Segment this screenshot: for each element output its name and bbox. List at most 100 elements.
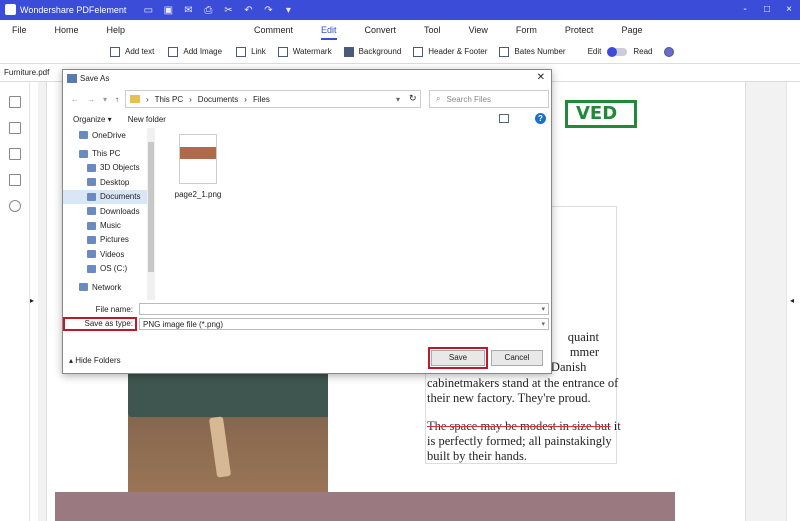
tab-edit[interactable]: Edit [307, 20, 351, 40]
maximize-button[interactable]: □ [756, 0, 778, 20]
nav-item-os-c[interactable]: OS (C:) [63, 262, 147, 276]
menu-home[interactable]: Home [55, 25, 79, 35]
file-list: page2_1.png [173, 134, 223, 199]
save-button[interactable]: Save [428, 347, 488, 369]
breadcrumb-this-pc[interactable]: This PC [155, 95, 183, 104]
tab-convert[interactable]: Convert [351, 20, 411, 40]
approved-stamp[interactable]: VED [565, 100, 637, 128]
forward-icon[interactable]: → [87, 95, 95, 104]
bookmark-icon[interactable] [9, 122, 21, 134]
menu-help[interactable]: Help [107, 25, 126, 35]
attachment-icon[interactable] [9, 174, 21, 186]
address-bar[interactable]: › This PC › Documents › Files ▾ [125, 90, 421, 108]
navigation-pane: OneDrive This PC 3D Objects Desktop Document… [63, 128, 155, 300]
recent-chevron-icon[interactable]: ▾ [103, 95, 107, 104]
undo-icon[interactable]: ↶ [238, 5, 258, 16]
thumbnails-icon[interactable] [9, 96, 21, 108]
refresh-icon[interactable]: ↻ [409, 93, 417, 104]
cancel-button[interactable]: Cancel [491, 350, 543, 366]
add-text-button[interactable]: Add text [110, 46, 154, 57]
nav-item-onedrive[interactable]: OneDrive [63, 128, 147, 142]
nav-scrollbar[interactable] [147, 128, 155, 300]
save-icon[interactable]: ▣ [158, 5, 178, 16]
watermark-icon [277, 46, 288, 57]
tab-tool[interactable]: Tool [410, 20, 455, 40]
address-dropdown-icon[interactable]: ▾ [396, 95, 400, 104]
save-type-select[interactable]: PNG image file (*.png) ▾ [139, 318, 549, 330]
breadcrumb-documents[interactable]: Documents [198, 95, 238, 104]
bates-number-button[interactable]: Bates Number [499, 46, 566, 57]
print-icon[interactable]: ⎙ [198, 5, 218, 16]
tab-page[interactable]: Page [607, 20, 656, 40]
nav-buttons: ← → ▾ ↑ [71, 95, 121, 104]
save-type-dropdown-icon[interactable]: ▾ [541, 320, 545, 328]
save-type-label: Save as type: [63, 317, 137, 331]
nav-item-pictures[interactable]: Pictures [63, 233, 147, 247]
close-button[interactable]: × [778, 0, 800, 20]
file-name-input[interactable]: ▾ [139, 303, 549, 315]
save-fields: File name: ▾ Save as type: PNG image fil… [63, 302, 553, 332]
comment-icon[interactable] [9, 148, 21, 160]
dialog-footer: ▴ Hide Folders Save Cancel [63, 346, 553, 374]
nav-item-videos[interactable]: Videos [63, 247, 147, 261]
cloud-icon [79, 131, 88, 140]
scissors-icon[interactable]: ✂ [218, 5, 238, 16]
left-sidebar [0, 82, 30, 521]
file-name-dropdown-icon[interactable]: ▾ [541, 305, 545, 313]
tab-form[interactable]: Form [502, 20, 551, 40]
hide-folders-button[interactable]: ▴ Hide Folders [69, 356, 121, 365]
expand-right-arrow[interactable]: ◂ [790, 296, 794, 305]
redo-icon[interactable]: ↷ [258, 5, 278, 16]
chevron-down-icon[interactable]: ▾ [278, 5, 298, 16]
up-icon[interactable]: ↑ [115, 95, 119, 104]
folder-icon[interactable]: ▭ [138, 5, 158, 16]
back-icon[interactable]: ← [71, 95, 79, 104]
file-item[interactable]: page2_1.png [173, 134, 223, 199]
add-text-icon [110, 46, 120, 57]
add-image-icon [168, 46, 179, 57]
minimize-button[interactable]: - [734, 0, 756, 20]
save-type-row: Save as type: PNG image file (*.png) ▾ [63, 317, 549, 331]
organize-button[interactable]: Organize ▾ [73, 115, 112, 124]
watermark-button[interactable]: Watermark [277, 46, 332, 57]
save-dialog-icon [67, 73, 77, 83]
new-folder-button[interactable]: New folder [128, 115, 166, 124]
menu-file[interactable]: File [12, 25, 27, 35]
nav-item-3d-objects[interactable]: 3D Objects [63, 161, 147, 175]
tab-comment[interactable]: Comment [240, 20, 307, 40]
collapse-left-arrow[interactable]: ▸ [30, 296, 34, 305]
nav-scroll-thumb[interactable] [148, 142, 154, 272]
tab-protect[interactable]: Protect [551, 20, 608, 40]
search-icon: ⌕ [436, 94, 441, 103]
nav-item-desktop[interactable]: Desktop [63, 175, 147, 189]
breadcrumb-files[interactable]: Files [253, 95, 270, 104]
mail-icon[interactable]: ✉ [178, 5, 198, 16]
nav-item-downloads[interactable]: Downloads [63, 204, 147, 218]
documents-icon [87, 192, 96, 201]
link-button[interactable]: Link [236, 46, 266, 57]
edit-read-switch[interactable]: Edit Read [588, 46, 652, 57]
background-icon [343, 46, 354, 57]
settings-button[interactable] [664, 46, 679, 57]
add-image-button[interactable]: Add Image [168, 46, 222, 57]
right-scrollbar[interactable]: ◂ [786, 82, 800, 521]
search-box[interactable]: ⌕ Search Files [429, 90, 549, 108]
video-icon [87, 250, 96, 259]
help-icon[interactable]: ? [535, 113, 546, 124]
quick-access-toolbar: ▭ ▣ ✉ ⎙ ✂ ↶ ↷ ▾ [138, 5, 298, 16]
mode-toggle[interactable] [607, 46, 628, 57]
document-tab[interactable]: Furniture.pdf [4, 68, 49, 77]
nav-item-music[interactable]: Music [63, 218, 147, 232]
search-icon[interactable] [9, 200, 21, 212]
header-footer-button[interactable]: Header & Footer [413, 46, 487, 57]
view-options-icon[interactable] [499, 114, 509, 123]
tab-view[interactable]: View [455, 20, 502, 40]
edit-toolbar: Add text Add Image Link Watermark Backgr… [0, 40, 800, 64]
nav-item-network[interactable]: Network [63, 280, 147, 294]
dialog-close-button[interactable]: ✕ [537, 72, 545, 83]
window-controls: - □ × [734, 0, 800, 20]
desktop-icon [87, 178, 96, 187]
nav-item-documents[interactable]: Documents [63, 189, 147, 204]
nav-item-this-pc[interactable]: This PC [63, 146, 147, 160]
background-button[interactable]: Background [343, 46, 401, 57]
